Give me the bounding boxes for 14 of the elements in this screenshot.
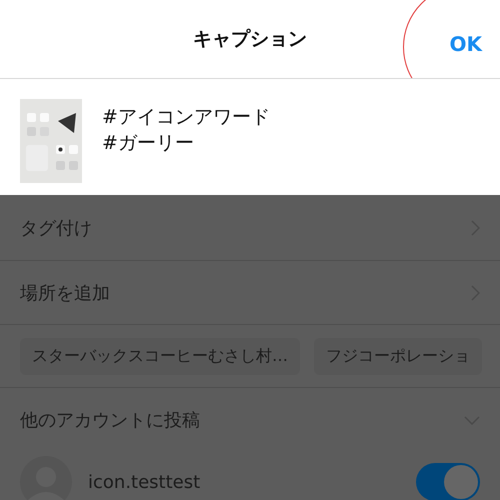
menu-row[interactable]: 場所を追加 — [0, 261, 500, 325]
toggle-switch[interactable] — [416, 463, 480, 500]
caption-line: #アイコンアワード — [102, 105, 270, 129]
account-name: icon.testtest — [88, 472, 200, 492]
ok-button[interactable]: OK — [450, 32, 482, 56]
row-label: タグ付け — [20, 216, 92, 240]
row-label: 他のアカウントに投稿 — [20, 409, 200, 432]
menu-row[interactable]: タグ付け — [0, 195, 500, 261]
caption-line: #ガーリー — [102, 131, 195, 155]
row-label: 場所を追加 — [20, 282, 110, 304]
screen-title: キャプション — [193, 27, 307, 52]
expander-row[interactable]: 他のアカウントに投稿 — [0, 388, 500, 452]
location-chip[interactable]: スターバックスコーヒーむさし村… — [20, 338, 300, 374]
location-chip[interactable]: フジコーポレーショ — [314, 338, 482, 374]
